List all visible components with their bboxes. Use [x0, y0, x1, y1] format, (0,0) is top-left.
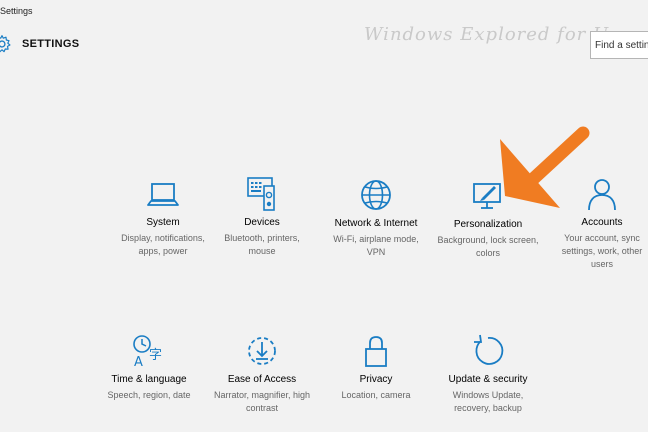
tile-privacy[interactable]: Privacy Location, camera — [319, 333, 433, 402]
tile-description: Location, camera — [341, 390, 411, 400]
tile-ease-of-access[interactable]: Ease of Access Narrator, magnifier, high… — [205, 333, 319, 415]
tile-description: Display, notifications, apps, power — [121, 233, 205, 256]
tile-time-language[interactable]: A 字 Time & language Speech, region, date — [92, 333, 206, 402]
svg-text:字: 字 — [149, 348, 162, 363]
window-title: Settings — [0, 6, 33, 16]
time-language-icon: A 字 — [133, 335, 162, 369]
tile-description: Wi-Fi, airplane mode, VPN — [333, 234, 419, 257]
gear-icon — [0, 35, 11, 53]
tile-update-security[interactable]: Update & security Windows Update, recove… — [431, 333, 545, 415]
tile-devices[interactable]: Devices Bluetooth, printers, mouse — [205, 176, 319, 258]
tile-accounts[interactable]: Accounts Your account, sync settings, wo… — [545, 176, 648, 271]
laptop-icon — [147, 183, 179, 206]
tile-label: Time & language — [111, 374, 187, 385]
tile-label: System — [146, 217, 180, 228]
tile-label: Network & Internet — [334, 218, 418, 229]
svg-text:A: A — [134, 355, 143, 369]
tile-label: Accounts — [581, 217, 623, 228]
tile-description: Bluetooth, printers, mouse — [224, 233, 300, 256]
personalization-icon — [473, 183, 501, 209]
tile-description: Your account, sync settings, work, other… — [561, 233, 643, 269]
search-input[interactable] — [591, 32, 648, 58]
tile-personalization[interactable]: Personalization Background, lock screen,… — [431, 178, 545, 260]
watermark: Windows Explored for U — [364, 24, 610, 45]
update-icon — [474, 334, 504, 365]
ease-of-access-icon — [248, 337, 276, 365]
tile-description: Background, lock screen, colors — [437, 235, 539, 258]
search-box[interactable] — [590, 31, 648, 59]
tile-label: Personalization — [453, 219, 523, 230]
globe-icon — [361, 180, 391, 210]
tile-label: Privacy — [359, 374, 393, 385]
person-icon — [588, 179, 616, 211]
lock-icon — [365, 336, 387, 367]
tile-network[interactable]: Network & Internet Wi-Fi, airplane mode,… — [319, 177, 433, 259]
tile-system[interactable]: System Display, notifications, apps, pow… — [106, 178, 220, 258]
tile-description: Narrator, magnifier, high contrast — [213, 390, 311, 413]
tile-label: Update & security — [448, 374, 528, 385]
tile-description: Speech, region, date — [107, 390, 191, 400]
devices-icon — [247, 177, 275, 211]
tile-description: Windows Update, recovery, backup — [452, 390, 524, 413]
tile-label: Ease of Access — [227, 374, 297, 385]
page-title: SETTINGS — [22, 38, 80, 50]
tile-label: Devices — [244, 217, 280, 228]
